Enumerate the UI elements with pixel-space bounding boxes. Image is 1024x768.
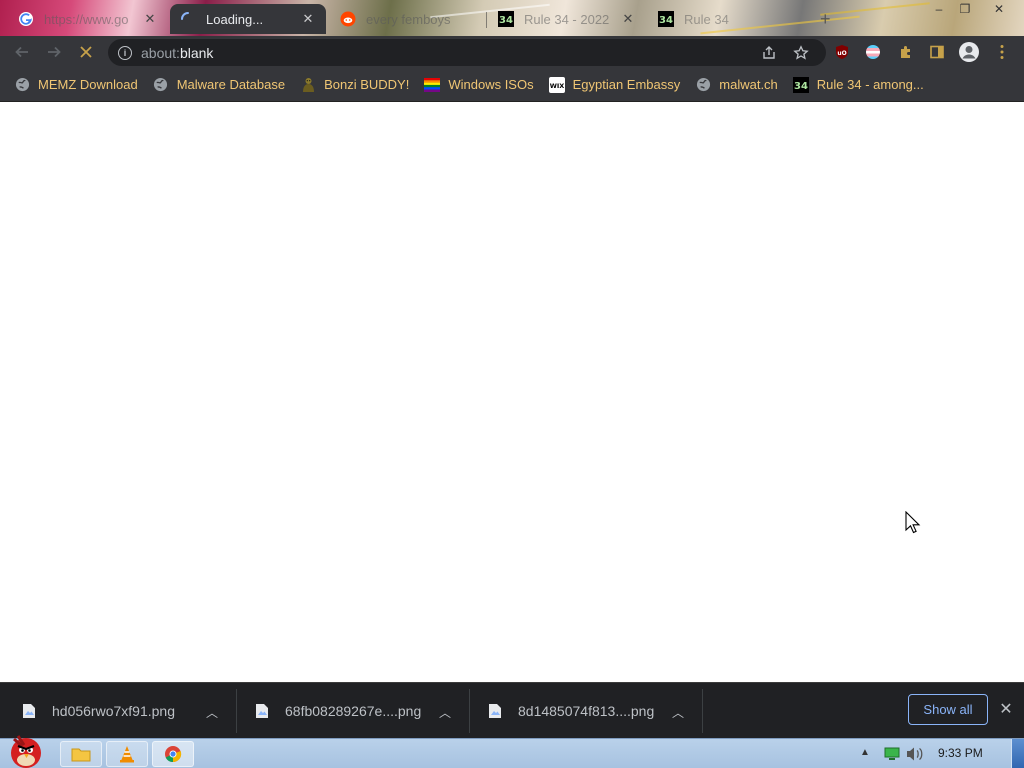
image-file-icon xyxy=(256,704,268,718)
taskbar-vlc[interactable] xyxy=(106,741,148,767)
star-bookmark-icon[interactable] xyxy=(792,44,810,62)
svg-text:34: 34 xyxy=(794,81,808,92)
tab-rule34-2022[interactable]: 34 Rule 34 - 2022 ✕ xyxy=(488,4,646,34)
bookmark-label: MEMZ Download xyxy=(38,77,138,92)
svg-text:WIX: WIX xyxy=(549,82,564,90)
close-download-shelf-button[interactable]: ✕ xyxy=(996,699,1016,719)
tab-close-button[interactable]: ✕ xyxy=(620,11,636,27)
bookmark-label: Rule 34 - among... xyxy=(816,77,924,92)
tab-title: Rule 34 - 2022 xyxy=(524,11,610,27)
tab-title: Loading... xyxy=(206,11,264,27)
menu-kebab-icon[interactable] xyxy=(990,40,1014,64)
mouse-cursor-icon xyxy=(905,510,921,540)
vlc-cone-icon xyxy=(120,746,134,763)
svg-text:34: 34 xyxy=(499,15,513,26)
forward-button[interactable] xyxy=(42,40,66,64)
tab-title: Rule 34 xyxy=(684,11,729,27)
svg-text:uO: uO xyxy=(837,50,846,57)
minimize-button[interactable]: – xyxy=(926,0,952,18)
chevron-up-icon[interactable]: ︿ xyxy=(439,704,451,721)
extensions-puzzle-icon[interactable] xyxy=(894,40,918,64)
wix-icon: WIX xyxy=(548,76,565,93)
back-button[interactable] xyxy=(10,40,34,64)
taskbar-chrome[interactable] xyxy=(152,741,194,767)
tab-strip: https://www.go ✕ Loading... ✕ every femb… xyxy=(0,0,1024,36)
bookmarks-bar: MEMZ Download Malware Database Bonzi BUD… xyxy=(0,68,1024,102)
tab-loading[interactable]: Loading... ✕ xyxy=(170,4,326,34)
arrow-right-icon xyxy=(48,46,61,58)
tab-google[interactable]: https://www.go ✕ xyxy=(8,4,168,34)
ublock-origin-icon[interactable]: uO xyxy=(830,40,854,64)
volume-icon[interactable] xyxy=(906,746,924,767)
start-button-angry-bird-icon[interactable] xyxy=(4,733,48,768)
browser-toolbar: i about:blank uO xyxy=(0,36,1024,68)
bookmark-windows-isos[interactable]: Windows ISOs xyxy=(424,72,541,98)
trans-flag-extension-icon[interactable] xyxy=(861,40,885,64)
bookmark-rule34-among[interactable]: 34 Rule 34 - among... xyxy=(792,72,932,98)
image-file-icon xyxy=(23,704,35,718)
download-item[interactable]: hd056rwo7xf91.png ︿ xyxy=(22,691,234,731)
bookmark-egyptian-embassy[interactable]: WIX Egyptian Embassy xyxy=(548,72,689,98)
tab-reddit[interactable]: every femboys xyxy=(330,4,480,34)
chrome-icon xyxy=(165,746,182,763)
bookmark-malware-database[interactable]: Malware Database xyxy=(153,72,293,98)
svg-text:34: 34 xyxy=(659,15,673,26)
side-panel-icon[interactable] xyxy=(925,40,949,64)
taskbar-file-explorer[interactable] xyxy=(60,741,102,767)
share-icon[interactable] xyxy=(760,44,778,62)
bookmark-label: Egyptian Embassy xyxy=(572,77,681,92)
download-item[interactable]: 8d1485074f813....png ︿ xyxy=(488,691,700,731)
loading-spinner-icon xyxy=(180,11,196,27)
show-hidden-icons-button[interactable]: ▲ xyxy=(860,747,870,758)
restore-button[interactable]: ❐ xyxy=(952,0,978,18)
arrow-left-icon xyxy=(15,46,28,58)
bookmark-label: Malware Database xyxy=(176,77,286,92)
bookmark-label: Windows ISOs xyxy=(448,77,534,92)
chevron-up-icon[interactable]: ︿ xyxy=(206,704,218,721)
globe-icon xyxy=(695,77,711,93)
globe-icon xyxy=(153,77,169,93)
rainbow-flag-icon xyxy=(424,77,441,93)
show-desktop-button[interactable] xyxy=(1011,739,1024,768)
rule34-icon: 34 xyxy=(498,11,514,27)
image-file-icon xyxy=(489,704,501,718)
rule34-icon: 34 xyxy=(658,11,674,27)
tab-close-button[interactable]: ✕ xyxy=(300,11,316,27)
plus-icon: + xyxy=(820,8,831,29)
info-icon[interactable]: i xyxy=(118,45,132,60)
taskbar-clock[interactable]: 9:33 PM xyxy=(938,746,983,760)
windows-taskbar: ▲ 9:33 PM xyxy=(0,735,1024,768)
download-filename: hd056rwo7xf91.png xyxy=(52,703,175,719)
tab-title: https://www.go xyxy=(44,11,129,27)
download-filename: 8d1485074f813....png xyxy=(518,703,655,719)
bonzi-icon xyxy=(300,77,316,93)
address-url: about:blank xyxy=(141,44,214,61)
reddit-icon xyxy=(340,11,356,27)
download-shelf: hd056rwo7xf91.png ︿ 68fb08289267e....png… xyxy=(0,682,1024,738)
google-g-icon xyxy=(18,11,34,27)
globe-icon xyxy=(14,77,30,93)
network-icon[interactable] xyxy=(884,747,900,766)
chevron-up-icon[interactable]: ︿ xyxy=(672,704,684,721)
bookmark-label: malwat.ch xyxy=(719,77,778,92)
tab-rule34[interactable]: 34 Rule 34 xyxy=(648,4,798,34)
bookmark-bonzi-buddy[interactable]: Bonzi BUDDY! xyxy=(300,72,417,98)
download-item[interactable]: 68fb08289267e....png ︿ xyxy=(255,691,467,731)
download-filename: 68fb08289267e....png xyxy=(285,703,422,719)
show-all-downloads-button[interactable]: Show all xyxy=(908,694,988,725)
stop-loading-button[interactable] xyxy=(74,40,98,64)
folder-icon xyxy=(71,748,91,762)
tab-close-button[interactable]: ✕ xyxy=(142,11,158,27)
bookmark-malwatch[interactable]: malwat.ch xyxy=(695,72,786,98)
bookmark-label: Bonzi BUDDY! xyxy=(324,77,410,92)
close-icon xyxy=(80,46,92,58)
profile-avatar-icon[interactable] xyxy=(957,40,981,64)
page-content-blank[interactable] xyxy=(0,102,1024,682)
window-close-button[interactable]: ✕ xyxy=(984,0,1014,18)
address-bar[interactable]: i about:blank xyxy=(108,39,826,66)
bookmark-memz-download[interactable]: MEMZ Download xyxy=(14,72,146,98)
new-tab-button[interactable]: + xyxy=(812,4,842,34)
rule34-icon: 34 xyxy=(792,76,809,93)
tab-title: every femboys xyxy=(366,11,451,27)
